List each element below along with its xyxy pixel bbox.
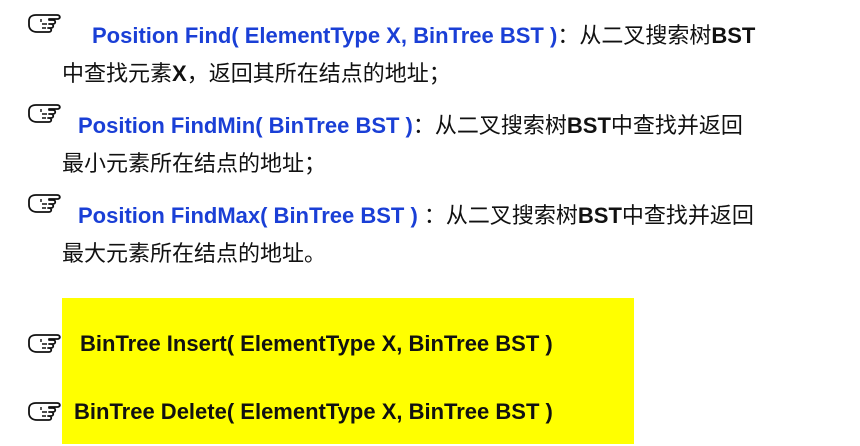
findmin-desc-1b: BST <box>566 113 611 138</box>
find-desc-1b: BST <box>711 23 756 48</box>
findmin-line-1: Position FindMin( BinTree BST )：从二叉搜索树BS… <box>78 112 743 140</box>
insert-signature: BinTree Insert( ElementType X, BinTree B… <box>80 331 553 356</box>
find-desc-2a: 中查找元素 <box>62 61 173 86</box>
find-line-1: Position Find( ElementType X, BinTree BS… <box>92 22 755 50</box>
pointing-hand-icon <box>28 402 61 421</box>
findmax-desc-1b: BST <box>577 203 622 228</box>
delete-signature: BinTree Delete( ElementType X, BinTree B… <box>74 399 553 424</box>
pointing-hand-icon <box>28 104 61 123</box>
findmin-line-2: 最小元素所在结点的地址； <box>62 151 327 176</box>
find-desc-2b: X <box>172 61 187 86</box>
pointing-hand-icon <box>28 194 61 213</box>
find-desc-1a: ：从二叉搜索树 <box>557 23 712 48</box>
pointing-hand-icon <box>28 14 61 33</box>
findmin-desc-1c: 中查找并返回 <box>610 113 743 138</box>
findmin-desc-1a: ：从二叉搜索树 <box>412 113 567 138</box>
find-line-2: 中查找元素X，返回其所在结点的地址； <box>62 60 451 88</box>
pointing-hand-icon <box>28 334 61 353</box>
findmax-desc-1c: 中查找并返回 <box>621 203 754 228</box>
findmax-line-2: 最大元素所在结点的地址。 <box>62 241 327 266</box>
findmin-signature: Position FindMin( BinTree BST ) <box>78 113 413 138</box>
findmax-line-1: Position FindMax( BinTree BST ) ：从二叉搜索树B… <box>78 202 754 230</box>
findmax-signature: Position FindMax( BinTree BST ) <box>78 203 418 228</box>
find-signature: Position Find( ElementType X, BinTree BS… <box>92 23 558 48</box>
find-desc-2c: ，返回其所在结点的地址； <box>186 61 451 86</box>
findmax-desc-1a: ：从二叉搜索树 <box>417 203 578 228</box>
